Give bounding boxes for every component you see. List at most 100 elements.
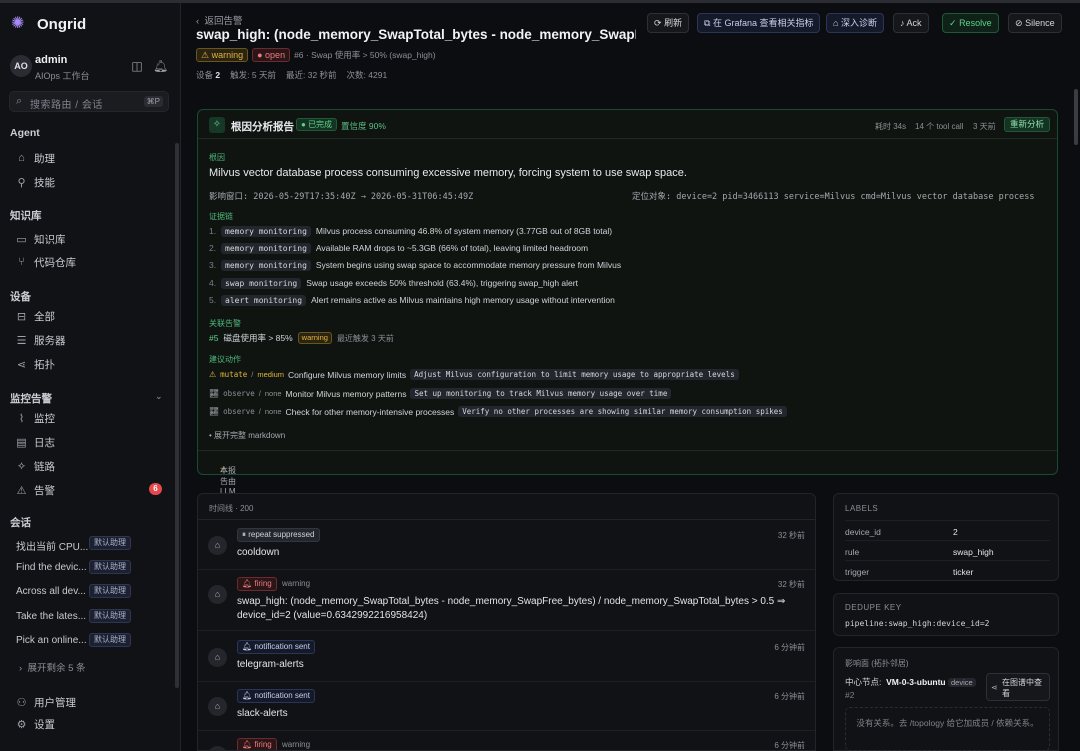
conversation-item[interactable]: Pick an online... 默认助理 bbox=[16, 633, 176, 649]
chevron-down-icon: ⌄ bbox=[155, 391, 163, 401]
event-text: telegram-alerts bbox=[237, 659, 304, 670]
conversation-tag: 默认助理 bbox=[89, 633, 131, 647]
suggested-actions-label: 建议动作 bbox=[209, 355, 241, 364]
conversation-item[interactable]: Across all dev... 默认助理 bbox=[16, 584, 176, 600]
action-kind: observe bbox=[223, 389, 255, 398]
back-link[interactable]: ‹ 返回告警 bbox=[196, 13, 242, 27]
expand-markdown-link[interactable]: • 展开完整 markdown bbox=[209, 430, 285, 441]
sidebar-item-user-management[interactable]: ⚇ 用户管理 bbox=[16, 693, 76, 711]
action-separator: / bbox=[258, 389, 261, 398]
section-agent: Agent bbox=[10, 127, 40, 139]
alert-tags: ⚠ warning ● open #6 · Swap 使用率 > 50% (sw… bbox=[196, 48, 436, 62]
resolve-button[interactable]: ✓ Resolve bbox=[942, 13, 999, 33]
sidebar-item-logs[interactable]: ▤ 日志 bbox=[16, 433, 55, 451]
evidence-item: 4. swap monitoring Swap usage exceeds 50% … bbox=[209, 275, 578, 291]
sidebar-item-label: 全部 bbox=[34, 310, 55, 323]
sidebar-item-label: 知识库 bbox=[34, 233, 66, 246]
conversation-tag: 默认助理 bbox=[89, 584, 131, 598]
sidebar-item-alerts[interactable]: ⚠ 告警 6 bbox=[16, 481, 166, 499]
evidence-text: Alert remains active as Milvus maintains… bbox=[311, 295, 615, 305]
timeline-event: ⌂ ⏸ repeat suppressed 32 秒前 cooldown bbox=[198, 528, 815, 568]
sidebar-item-assistant[interactable]: ⌂ 助理 bbox=[16, 149, 55, 167]
evidence-text: System begins using swap space to accomm… bbox=[315, 260, 622, 270]
event-text: swap_high: (node_memory_SwapTotal_bytes … bbox=[237, 596, 786, 621]
event-type-label: firing bbox=[254, 579, 272, 588]
section-kb: 知识库 bbox=[10, 210, 42, 222]
center-node-id: #2 bbox=[845, 690, 855, 700]
alert-count-badge: 6 bbox=[149, 483, 162, 495]
label-row: device_id 2 bbox=[845, 520, 1050, 540]
search-placeholder: 搜索路由 / 会话 bbox=[30, 100, 103, 111]
label-key: device_id bbox=[845, 527, 881, 537]
action-text: Check for other memory-intensive process… bbox=[285, 406, 455, 417]
regenerate-button[interactable]: 重新分析 bbox=[1004, 117, 1051, 132]
avatar[interactable]: AO bbox=[10, 55, 32, 77]
evidence-tag: memory monitoring bbox=[221, 225, 311, 237]
related-alert-time: 最近触发 3 天前 bbox=[336, 333, 394, 343]
label-row: trigger ticker bbox=[845, 560, 1050, 580]
sidebar-item-label: 监控 bbox=[34, 412, 55, 425]
sidebar-item-repos[interactable]: ⑂ 代码仓库 bbox=[16, 253, 76, 271]
brand[interactable]: ✺ Ongrid bbox=[11, 15, 86, 33]
conversation-item[interactable]: 找出当前 CPU... 默认助理 bbox=[16, 536, 176, 553]
sidebar-item-monitor[interactable]: ⌇ 监控 bbox=[16, 409, 55, 427]
timeline-title: 时间线 · 200 bbox=[209, 504, 254, 513]
label-value: swap_high bbox=[953, 547, 994, 557]
impact-panel: 影响面 (拓扑邻居) 中心节点: VM-0-3-ubuntu device #2… bbox=[833, 647, 1059, 751]
section-devices: 设备 bbox=[10, 291, 31, 303]
sidebar-item-servers[interactable]: ☰ 服务器 bbox=[16, 331, 66, 349]
bell-icon[interactable]: 🔔︎ bbox=[153, 59, 168, 73]
user-role: AIOps 工作台 bbox=[35, 71, 90, 81]
grafana-button[interactable]: ⧉ 在 Grafana 查看相关指标 bbox=[697, 13, 821, 33]
meta-label: 触发: bbox=[230, 70, 250, 80]
alert-meta: 设备 2 触发: 5 天前 最近: 32 秒前 次数: 4291 bbox=[196, 69, 387, 81]
sidebar-item-kb[interactable]: ▭ 知识库 bbox=[16, 230, 66, 248]
action-kind: observe bbox=[223, 407, 255, 416]
center-node-type: device bbox=[947, 678, 976, 687]
center-node-name[interactable]: VM-0-3-ubuntu bbox=[886, 677, 946, 687]
conversation-item[interactable]: Find the devic... 默认助理 bbox=[16, 560, 176, 576]
sidebar-scrollbar[interactable] bbox=[175, 143, 179, 688]
related-alert-text: 磁盘使用率 > 85% bbox=[223, 333, 293, 343]
search-input[interactable]: ⌕ 搜索路由 / 会话 ⌘P bbox=[9, 91, 169, 112]
sidebar-item-topology[interactable]: ⋖ 拓扑 bbox=[16, 355, 55, 373]
meta-label: 最近: bbox=[285, 70, 306, 80]
refresh-button[interactable]: ⟳ 刷新 bbox=[647, 13, 690, 33]
chevron-right-icon: › bbox=[19, 663, 23, 674]
meta-fired: 触发: 5 天前 bbox=[230, 69, 276, 81]
action-text: Monitor Milvus memory patterns bbox=[285, 388, 407, 399]
main-scrollbar[interactable] bbox=[1074, 89, 1078, 145]
show-more-conversations[interactable]: › 展开剩余 5 条 bbox=[19, 660, 86, 674]
sidebar-item-skills[interactable]: ⚲ 技能 bbox=[16, 173, 55, 191]
conversation-item[interactable]: Take the lates... 默认助理 bbox=[16, 609, 176, 625]
sidebar-toggle-icon[interactable]: ◫ bbox=[130, 59, 144, 73]
timeline-event: ⌂ 🔔︎ firing warning 6 分钟前 bbox=[198, 738, 815, 750]
silence-button[interactable]: ⊘ Silence bbox=[1008, 13, 1062, 33]
event-time: 32 秒前 bbox=[777, 531, 805, 540]
sidebar-item-label: 日志 bbox=[34, 436, 55, 449]
section-monitor[interactable]: 监控告警 ⌄ bbox=[10, 391, 163, 406]
ack-button[interactable]: ♪ Ack bbox=[893, 13, 929, 33]
view-in-graph-button[interactable]: ⋖ 在图谱中查看 bbox=[986, 673, 1050, 701]
severity-badge: ⚠ warning bbox=[196, 48, 249, 62]
event-text: slack-alerts bbox=[237, 708, 288, 719]
git-branch-icon: ⑂ bbox=[18, 256, 25, 268]
labels-title: LABELS bbox=[845, 504, 879, 513]
meta-value: 2 bbox=[215, 70, 221, 80]
suggested-action: 📈︎ observe / none Monitor Milvus memory pa… bbox=[209, 386, 676, 401]
siren-icon: ⚠ bbox=[16, 484, 27, 497]
bot-icon: ⌂ bbox=[208, 697, 227, 716]
diagnose-label: 深入诊断 bbox=[840, 18, 877, 28]
user-name: admin bbox=[35, 54, 68, 66]
hard-drive-icon: ⊟ bbox=[16, 310, 27, 323]
sidebar-item-traces[interactable]: ⟡ 链路 bbox=[16, 457, 55, 475]
diagnose-button[interactable]: ⌂ 深入诊断 bbox=[826, 13, 884, 33]
sidebar-item-all[interactable]: ⊟ 全部 bbox=[16, 307, 55, 325]
timeline-header: 时间线 · 200 bbox=[198, 494, 815, 520]
related-alert[interactable]: #5 磁盘使用率 > 85% warning 最近触发 3 天前 bbox=[209, 332, 394, 344]
meta-value: 32 秒前 bbox=[307, 70, 337, 80]
action-command: Adjust Milvus configuration to limit mem… bbox=[410, 369, 739, 380]
root-cause-label: 根因 bbox=[209, 153, 225, 162]
back-label: 返回告警 bbox=[204, 16, 243, 27]
sidebar-item-settings[interactable]: ⚙ 设置 bbox=[16, 715, 55, 733]
